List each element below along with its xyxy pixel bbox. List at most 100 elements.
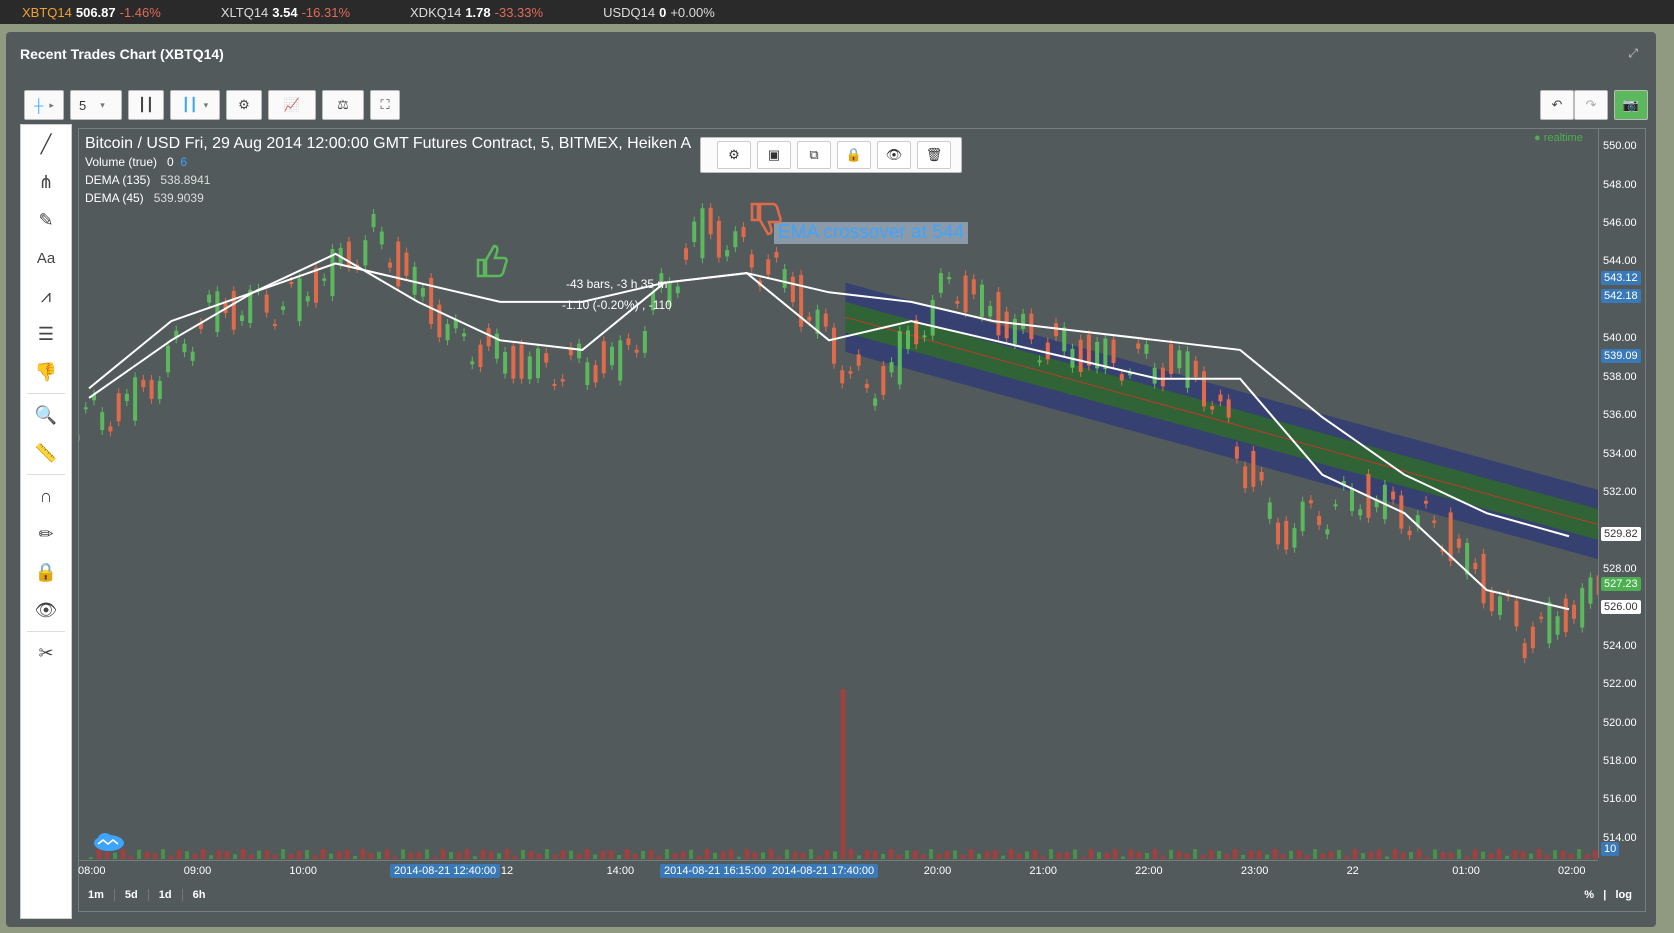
candle-body — [1333, 504, 1338, 507]
candle-body — [478, 344, 483, 368]
ticker-item-xdkq14[interactable]: XDKQ14 1.78 -33.33% — [410, 5, 543, 20]
time-tick-label: 12 — [500, 865, 514, 877]
candle-body — [1169, 344, 1174, 375]
zoom-tool[interactable]: 🔍 — [21, 396, 71, 434]
volume-bar — [1081, 856, 1085, 859]
chart-legend: Bitcoin / USD Fri, 29 Aug 2014 12:00:00 … — [85, 135, 691, 207]
range-1d[interactable]: 1d — [149, 889, 183, 901]
candle-body — [1325, 529, 1330, 535]
thumbs-down-icon[interactable] — [744, 200, 784, 240]
cloud-icon[interactable] — [92, 830, 126, 852]
volume-bar — [713, 852, 717, 859]
volume-bar — [929, 849, 933, 859]
candle-body — [1193, 360, 1198, 377]
interval-select[interactable]: 5 ▾ — [70, 90, 122, 120]
volume-bar — [801, 852, 805, 859]
indicators-button[interactable]: 📈 — [268, 90, 316, 120]
text-tool[interactable]: Aa — [21, 239, 71, 277]
ticker-item-xltq14[interactable]: XLTQ14 3.54 -16.31% — [221, 5, 350, 20]
camera-icon: 📷 — [1622, 97, 1640, 112]
volume-bar — [1049, 849, 1053, 859]
pin-icon[interactable]: ⤢ — [1628, 46, 1638, 61]
hide-tool[interactable]: 👁 — [21, 591, 71, 629]
volume-bar — [793, 851, 797, 859]
undo-button[interactable]: ↶ — [1540, 90, 1574, 120]
volume-bar — [1089, 849, 1093, 859]
volume-bar — [193, 853, 197, 859]
candle-body — [873, 398, 878, 406]
settings-button[interactable]: ⚙ — [226, 90, 262, 120]
chart-area[interactable]: Bitcoin / USD Fri, 29 Aug 2014 12:00:00 … — [78, 128, 1646, 912]
price-tick-label: 524.00 — [1603, 639, 1637, 652]
drawing-visibility-button[interactable]: 👁 — [877, 141, 911, 169]
volume-bar — [1169, 849, 1173, 859]
redo-button[interactable]: ↷ — [1574, 90, 1608, 120]
drawing-color-button[interactable]: ▣ — [757, 141, 791, 169]
bar-style-button[interactable]: ┃┃ — [128, 90, 164, 120]
drawing-lock-button[interactable]: 🔒 — [837, 141, 871, 169]
candle-body — [1407, 530, 1412, 536]
ema-annotation[interactable]: EMA crossover at 544 — [774, 222, 968, 244]
drawing-clone-button[interactable]: ⧉ — [797, 141, 831, 169]
remove-tool[interactable]: ✂ — [21, 634, 71, 672]
thumbs-up-icon[interactable] — [470, 240, 510, 280]
candle-body — [626, 338, 631, 345]
volume-bar — [729, 849, 733, 859]
candle-body — [371, 214, 376, 228]
time-tick-label: 08:00 — [78, 865, 106, 877]
stay-drawing-tool[interactable]: ✏ — [21, 515, 71, 553]
brush-icon: ✎ — [38, 209, 54, 230]
pitchfork-tool[interactable]: ⋔ — [21, 163, 71, 201]
range-5d[interactable]: 5d — [115, 889, 149, 901]
candle-body — [725, 250, 730, 257]
ticker-item-usdq14[interactable]: USDQ14 0 +0.00% — [603, 5, 715, 20]
drawing-delete-button[interactable]: 🗑 — [917, 141, 951, 169]
lock-tool[interactable]: 🔒 — [21, 553, 71, 591]
icon-tool[interactable]: 👎 — [21, 353, 71, 391]
volume-bar — [993, 849, 997, 859]
range-6h[interactable]: 6h — [183, 889, 216, 901]
compare-button[interactable]: ⚖ — [322, 90, 364, 120]
candle-body — [1317, 515, 1322, 526]
fullscreen-button[interactable]: ⛶ — [370, 90, 400, 120]
volume-bar — [769, 849, 773, 859]
magnet-tool[interactable]: ∩ — [21, 477, 71, 515]
candle-body — [79, 434, 80, 441]
indicators-icon: 📈 — [283, 97, 301, 112]
time-axis[interactable]: 08:0009:0010:0011:001214:0015:0019:0020:… — [78, 860, 1598, 883]
brush-tool[interactable]: ✎ — [21, 201, 71, 239]
volume-bar — [697, 856, 701, 859]
volume-bar — [921, 854, 925, 859]
volume-bar — [745, 849, 749, 859]
candle-body — [519, 344, 524, 379]
trend-line-tool[interactable]: ╱ — [21, 125, 71, 163]
volume-bar — [1113, 849, 1117, 859]
volume-bar — [169, 855, 173, 859]
candle-body — [100, 412, 105, 431]
candle-body — [774, 251, 779, 258]
volume-bar — [1273, 849, 1277, 859]
time-tick-label: 22 — [1346, 865, 1359, 877]
volume-bar — [313, 855, 317, 859]
volume-bar — [513, 855, 517, 859]
price-axis[interactable]: 550.00548.00546.00544.00542.00540.00538.… — [1598, 128, 1647, 858]
volume-bar — [1489, 853, 1493, 859]
volume-bar — [209, 855, 213, 859]
crosshair-tool-button[interactable]: ┼ ▸ — [24, 90, 64, 120]
snapshot-button[interactable]: 📷 — [1614, 90, 1648, 120]
magnet-icon: ∩ — [39, 485, 53, 506]
pattern-tool[interactable]: ⩘ — [21, 277, 71, 315]
volume-bar — [1577, 849, 1581, 859]
volume-bar — [521, 849, 525, 859]
measure-tool[interactable]: ☰ — [21, 315, 71, 353]
volume-bar — [937, 854, 941, 859]
range-1m[interactable]: 1m — [78, 889, 115, 901]
volume-bar — [417, 852, 421, 859]
ticker-item-xbtq14[interactable]: XBTQ14 506.87 -1.46% — [22, 5, 161, 20]
heiken-ashi-button[interactable]: ┃┃ ▾ — [170, 90, 220, 120]
volume-bar — [1185, 853, 1189, 859]
measure-range-tool[interactable]: 📏 — [21, 434, 71, 472]
drawing-settings-button[interactable]: ⚙ — [717, 141, 751, 169]
log-toggle[interactable]: log — [1616, 889, 1633, 901]
percent-toggle[interactable]: % — [1584, 889, 1594, 901]
